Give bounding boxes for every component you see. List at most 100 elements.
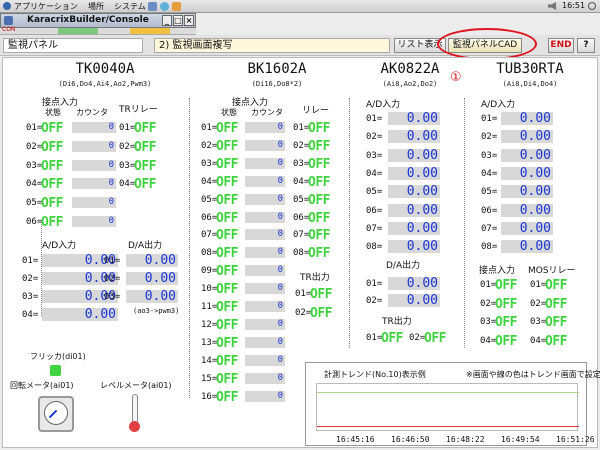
tk-ad-title: A/D入力: [42, 241, 77, 251]
bk-relay-label: 06=: [293, 212, 310, 223]
highlight-ellipse: [437, 28, 537, 60]
tu-mos-relay-status: OFF: [545, 296, 567, 312]
divider: [464, 98, 465, 348]
tk-contact-input-label: 02=: [26, 141, 43, 152]
tu-ad-input-value: 0.00: [501, 148, 553, 162]
bk-relay-status: OFF: [308, 228, 330, 244]
ak-ad-input-label: 02=: [366, 132, 383, 143]
menu-system[interactable]: システム: [114, 1, 146, 12]
bk-contact-input-counter: 0: [245, 211, 285, 223]
launcher-icon-3[interactable]: [172, 2, 181, 11]
bk-contact-input-counter: 0: [245, 354, 285, 366]
launcher-icon-1[interactable]: [148, 2, 157, 11]
ak-ad-input-label: 03=: [366, 150, 383, 161]
gnome-foot-icon[interactable]: [3, 2, 11, 10]
bk-contact-input-status: OFF: [216, 353, 238, 369]
tk-tr-relay-status: OFF: [134, 177, 156, 193]
bk-relay-status: OFF: [308, 210, 330, 226]
help-button[interactable]: ?: [577, 38, 595, 53]
tu-ad-input-value: 0.00: [501, 240, 553, 254]
bk-relay-status: OFF: [308, 174, 330, 190]
bk-contact-input-counter: 0: [245, 122, 285, 133]
tk-counter-header: カウンタ: [76, 108, 108, 117]
bk-contact-input-status: OFF: [216, 192, 238, 208]
bk-contact-input-status: OFF: [216, 371, 238, 387]
ak-tr-output-status: OFF: [381, 331, 403, 346]
clock[interactable]: 16:51: [562, 1, 585, 10]
bk-contact-input-status: OFF: [216, 282, 238, 298]
bk-relay-status: OFF: [308, 156, 330, 172]
tu-contact-input-label: 01=: [480, 280, 497, 290]
bk-contact-input-counter: 0: [245, 390, 285, 402]
tk-ad-input-value: 0.00: [42, 308, 118, 321]
bk-contact-input-label: 03=: [201, 158, 218, 169]
tk-contact-input-label: 05=: [26, 198, 43, 209]
tk-tr-relay-title: TRリレー: [119, 105, 158, 115]
bk-contact-input-counter: 0: [245, 193, 285, 205]
power-icon[interactable]: [588, 2, 596, 10]
bk-relay-label: 02=: [293, 140, 310, 151]
tu-contact-input-status: OFF: [495, 333, 517, 349]
level-meter-thermometer-icon: [132, 394, 138, 424]
ak-tr-output-label: 02=: [409, 333, 426, 343]
trend-time-tick: 16:45:16: [336, 435, 375, 444]
tu-ad-input-label: 02=: [481, 132, 498, 143]
toolbar-tab-green[interactable]: [58, 28, 98, 34]
trend-time-tick: 16:48:22: [446, 435, 485, 444]
bk-contact-input-label: 14=: [201, 355, 218, 366]
tu-mos-relay-status: OFF: [545, 278, 567, 293]
device-spec-tub30rta: (Ai8,Di4,Do4): [502, 80, 558, 88]
bk-contact-input-status: OFF: [216, 121, 238, 136]
bk-contact-input-counter: 0: [245, 157, 285, 169]
menu-places[interactable]: 場所: [88, 1, 104, 12]
divider: [189, 98, 190, 398]
tu-ad-input-label: 07=: [481, 223, 498, 234]
con-label[interactable]: CON: [2, 26, 15, 33]
tk-contact-input-counter: 0: [72, 178, 116, 190]
bk-contact-input-label: 06=: [201, 212, 218, 223]
bk-contact-input-label: 11=: [201, 302, 218, 312]
window-menu-icon[interactable]: [4, 16, 13, 25]
bk-contact-input-status: OFF: [216, 317, 238, 333]
ak-da-output-value: 0.00: [388, 294, 440, 307]
ak-ad-input-label: 05=: [366, 187, 383, 198]
tu-ad-input-value: 0.00: [501, 203, 553, 217]
tk-contact-input-label: 03=: [26, 160, 43, 171]
tk-ad-input-label: 04=: [22, 310, 39, 320]
speaker-icon[interactable]: [548, 2, 557, 10]
menu-applications[interactable]: アプリケーション: [14, 1, 78, 12]
ak-tr-output-status: OFF: [424, 331, 446, 346]
tk-contact-input-status: OFF: [41, 121, 63, 136]
annotation-marker-1: ①: [450, 70, 462, 85]
end-button[interactable]: END: [548, 38, 574, 53]
tk-contact-input-label: 04=: [26, 179, 43, 190]
bk-contact-input-status: OFF: [216, 138, 238, 154]
bk-contact-input-counter: 0: [245, 318, 285, 330]
tu-mos-relay-label: 02=: [530, 298, 547, 309]
maximize-button[interactable]: □: [173, 15, 183, 26]
close-button[interactable]: ×: [184, 15, 194, 26]
bk-tr-output-title: TR出力: [300, 273, 330, 283]
tk-contact-input-counter: 0: [72, 159, 116, 171]
device-title-tub30rta: TUB30RTA: [496, 61, 564, 77]
tk-tr-relay-label: 02=: [119, 141, 136, 152]
trend-line-green: [317, 392, 579, 393]
minimize-button[interactable]: _: [162, 15, 172, 26]
tk-status-header: 状態: [45, 108, 61, 117]
bk-contact-input-counter: 0: [245, 247, 285, 259]
toolbar-tab-orange[interactable]: [130, 28, 170, 34]
console-toolbar: CON: [0, 26, 196, 35]
tu-ad-input-label: 06=: [481, 205, 498, 216]
tk-da-output-value: 0.00: [126, 272, 178, 285]
tu-ad-input-label: 01=: [481, 114, 498, 124]
bk-relay-label: 08=: [293, 248, 310, 259]
tu-mos-relay-label: 04=: [530, 335, 547, 346]
tu-contact-input-label: 03=: [480, 317, 497, 327]
window-titlebar: KaracrixBuilder/Console _ □ ×: [0, 13, 196, 28]
tu-mos-relay-status: OFF: [545, 333, 567, 349]
launcher-icon-2[interactable]: [160, 2, 169, 11]
tk-contact-input-counter: 0: [72, 216, 116, 227]
ak-ad-input-label: 06=: [366, 205, 383, 216]
ak-tr-output-title: TR出力: [382, 317, 412, 327]
bk-relay-label: 05=: [293, 194, 310, 205]
